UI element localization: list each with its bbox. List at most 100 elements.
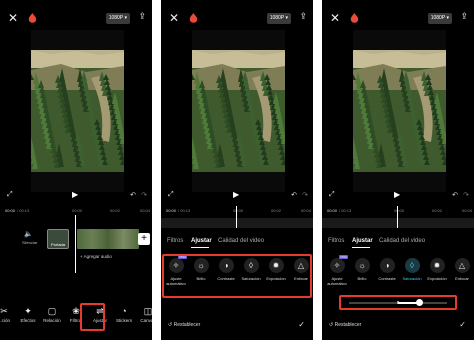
adjust-option-label: Brillo <box>357 276 367 281</box>
export-icon[interactable]: ⇪ <box>460 12 468 21</box>
adjust-option[interactable]: ◑ Contraste <box>374 258 400 281</box>
ruler-mark: 00:02 <box>110 208 121 213</box>
tab-calidad-del-video[interactable]: Calidad del video <box>379 238 425 244</box>
undo-icon[interactable]: ↶ <box>291 191 297 199</box>
resolution-select[interactable]: 1080P ▾ <box>266 13 291 24</box>
active-tab-indicator <box>352 247 370 248</box>
adjust-option[interactable]: △ Enfocar <box>449 258 474 281</box>
tab-ajustar[interactable]: Ajustar <box>352 238 373 244</box>
tool-aspect-ratio[interactable]: ▢ Relación <box>40 306 64 323</box>
saturation-slider-highlight <box>339 295 457 310</box>
resolution-select[interactable]: 1080P ▾ <box>427 13 452 24</box>
video-preview <box>353 30 446 192</box>
playhead[interactable] <box>236 206 237 228</box>
app-logo-icon <box>28 11 37 23</box>
sharpen-icon: △ <box>454 258 470 273</box>
tab-ajustar[interactable]: Ajustar <box>191 238 212 244</box>
total-time: / 00:13 <box>339 208 352 213</box>
playhead[interactable] <box>75 215 76 273</box>
time-ruler: 00:00/ 00:13 00:00 00:02 00:04 <box>0 206 152 216</box>
pro-badge: PRO <box>339 255 348 259</box>
adjust-option-label: Contraste <box>378 276 396 281</box>
cover-thumbnail[interactable]: Portada <box>47 229 69 249</box>
tab-calidad-del-video[interactable]: Calidad del video <box>218 238 264 244</box>
play-icon[interactable]: ▶ <box>233 190 239 199</box>
close-icon[interactable]: ✕ <box>8 12 18 24</box>
tab-filtros[interactable]: Filtros <box>328 238 344 244</box>
redo-icon[interactable]: ↷ <box>141 191 147 199</box>
adjust-option[interactable]: ✹ Exposición <box>424 258 450 281</box>
bottom-toolbar: ✂...ción✦Efectos▢Relación❀Filtros⇌Ajusta… <box>0 306 152 336</box>
play-icon[interactable]: ▶ <box>394 190 400 199</box>
confirm-check-icon[interactable]: ✓ <box>459 320 466 329</box>
sparkle-icon: ✦ <box>24 306 32 316</box>
clip-track-collapsed <box>322 218 474 228</box>
playhead[interactable] <box>397 206 398 228</box>
play-icon[interactable]: ▶ <box>72 190 78 199</box>
cover-label: Portada <box>50 242 65 247</box>
video-preview <box>192 30 285 192</box>
redo-icon[interactable]: ↷ <box>463 191 469 199</box>
tool-canvas[interactable]: ◫ Canvas <box>136 306 152 323</box>
contrast-icon: ◑ <box>379 258 395 273</box>
ajustar-highlight <box>80 303 105 331</box>
sticker-icon: ◔ <box>121 306 127 316</box>
adjust-option-label: Enfocar <box>455 276 469 281</box>
add-clip-button[interactable]: + <box>138 233 150 245</box>
video-preview <box>31 30 124 192</box>
time-ruler: 00:00/ 00:13 00:00 00:02 00:04 <box>161 206 313 216</box>
canvas-icon: ◫ <box>143 306 152 316</box>
redo-icon[interactable]: ↷ <box>302 191 308 199</box>
ruler-mark: 00:04 <box>301 208 312 213</box>
ruler-mark: 00:02 <box>271 208 282 213</box>
playback-controls: ⤢ ▶ ↶ ↷ <box>322 190 474 203</box>
app-logo-icon <box>350 11 359 23</box>
reset-button[interactable]: ↺ Restablecer <box>168 322 200 328</box>
mute-label: Silenciar <box>22 240 38 245</box>
fullscreen-icon[interactable]: ⤢ <box>329 191 335 199</box>
tool-label: Stickers <box>115 318 132 323</box>
close-icon[interactable]: ✕ <box>330 12 340 24</box>
adjust-tabs: Filtros Ajustar Calidad del video <box>161 235 313 249</box>
tool-sticker[interactable]: ◔ Stickers <box>112 306 136 323</box>
adjust-options: ✧ PRO Ajuste automático ☼ Brillo ◑ Contraste ◊ S… <box>322 255 474 298</box>
export-icon[interactable]: ⇪ <box>138 12 146 21</box>
app-logo-icon <box>189 11 198 23</box>
current-time: 00:00 <box>166 208 177 213</box>
adjust-options-highlight <box>162 254 312 298</box>
ruler-mark: 00:00 <box>72 208 83 213</box>
adjust-option[interactable]: ☼ Brillo <box>349 258 375 281</box>
slider-knob[interactable] <box>416 299 424 306</box>
video-clip-track[interactable] <box>77 229 139 249</box>
speaker-icon[interactable]: 🔈 <box>24 230 33 238</box>
add-audio-button[interactable]: + Agregar audio <box>80 254 112 259</box>
total-time: / 00:13 <box>178 208 191 213</box>
editor-screen-adjust: ✕ 1080P ▾ ⇪ ⤢ ▶ ↶ ↷ 00:00/ 00:13 00:00 00:02 00:04… <box>161 0 313 340</box>
saturation-slider[interactable] <box>349 299 447 306</box>
undo-icon[interactable]: ↶ <box>452 191 458 199</box>
adjust-option[interactable]: ✧ PRO Ajuste automático <box>324 255 350 286</box>
tool-sparkle[interactable]: ✦ Efectos <box>16 306 40 323</box>
ruler-mark: 00:00 <box>394 208 405 213</box>
current-time: 00:00 <box>5 208 16 213</box>
aspect-ratio-icon: ▢ <box>47 306 57 316</box>
active-tab-indicator <box>191 247 209 248</box>
ruler-mark: 00:04 <box>462 208 473 213</box>
close-icon[interactable]: ✕ <box>169 12 179 24</box>
fullscreen-icon[interactable]: ⤢ <box>7 191 13 199</box>
magic-wand-icon: ✧ <box>329 258 345 273</box>
tab-filtros[interactable]: Filtros <box>167 238 183 244</box>
fullscreen-icon[interactable]: ⤢ <box>168 191 174 199</box>
adjust-option-label: Ajuste automático <box>327 276 347 286</box>
current-time: 00:00 <box>327 208 338 213</box>
tool-scissors[interactable]: ✂ ...ción <box>0 306 16 323</box>
undo-icon[interactable]: ↶ <box>130 191 136 199</box>
adjust-option[interactable]: ◊ Saturación <box>399 258 425 281</box>
export-icon[interactable]: ⇪ <box>299 12 307 21</box>
exposure-icon: ✹ <box>429 258 445 273</box>
adjust-tabs: Filtros Ajustar Calidad del video <box>322 235 474 249</box>
confirm-check-icon[interactable]: ✓ <box>298 320 305 329</box>
resolution-select[interactable]: 1080P ▾ <box>105 13 130 24</box>
editor-screen-timeline: ✕ 1080P ▾ ⇪ ⤢ ▶ ↶ ↷ 00:00/ 00:13 00:00 00:02 00:04… <box>0 0 152 340</box>
reset-button[interactable]: ↺ Restablecer <box>329 322 361 328</box>
